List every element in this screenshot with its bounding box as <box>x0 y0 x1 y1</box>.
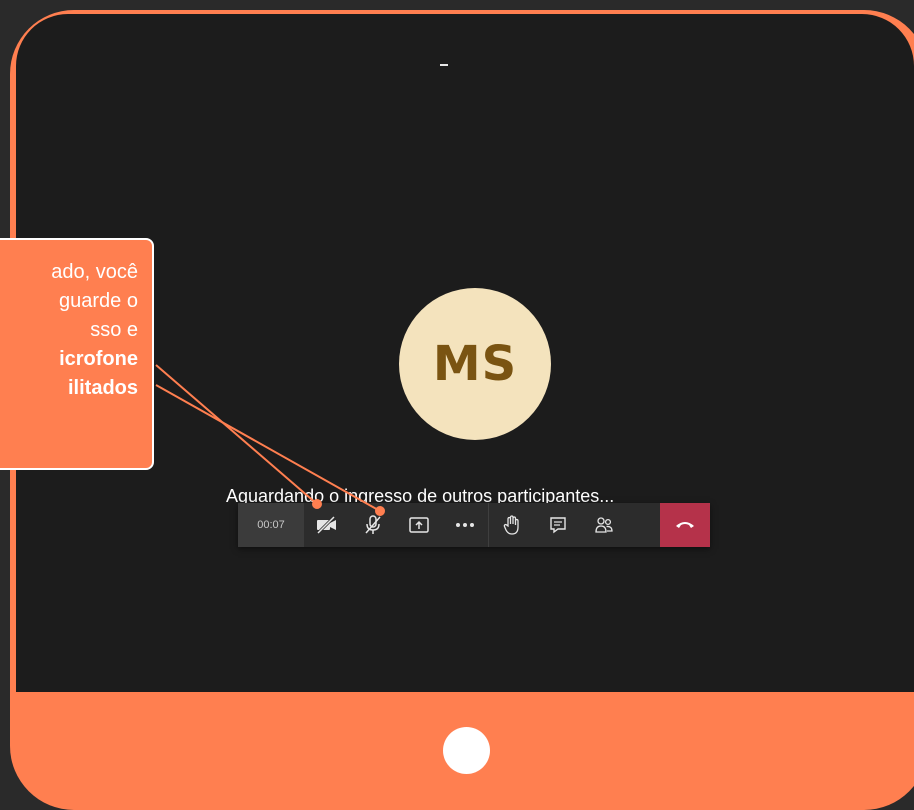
home-button[interactable] <box>443 727 490 774</box>
share-screen-button[interactable] <box>396 503 442 547</box>
participant-avatar: MS <box>399 288 551 440</box>
participants-icon <box>595 517 613 533</box>
avatar-initials: MS <box>432 336 518 392</box>
instruction-callout: ado, você guarde o sso e icrofone ilitad… <box>0 238 154 470</box>
chat-button[interactable] <box>535 503 581 547</box>
mic-off-icon <box>365 515 381 534</box>
call-toolbar: 00:07 <box>238 503 710 547</box>
callout-line: ilitados <box>67 377 138 399</box>
hang-up-icon <box>676 522 694 528</box>
mic-toggle-button[interactable] <box>350 503 396 547</box>
share-screen-icon <box>409 517 429 533</box>
more-options-icon <box>456 523 474 527</box>
camera-toggle-button[interactable] <box>304 503 350 547</box>
raise-hand-button[interactable] <box>489 503 535 547</box>
call-timer: 00:07 <box>238 503 304 547</box>
callout-line: sso e <box>90 319 138 341</box>
top-marker <box>440 64 448 66</box>
callout-line: ado, você <box>51 261 138 283</box>
camera-off-icon <box>316 516 336 534</box>
raise-hand-icon <box>503 515 519 535</box>
callout-line: icrofone <box>59 348 138 370</box>
hang-up-button[interactable] <box>660 503 710 547</box>
participants-button[interactable] <box>581 503 627 547</box>
chat-icon <box>550 517 566 534</box>
callout-line: guarde o <box>59 290 138 312</box>
more-options-button[interactable] <box>442 503 488 547</box>
